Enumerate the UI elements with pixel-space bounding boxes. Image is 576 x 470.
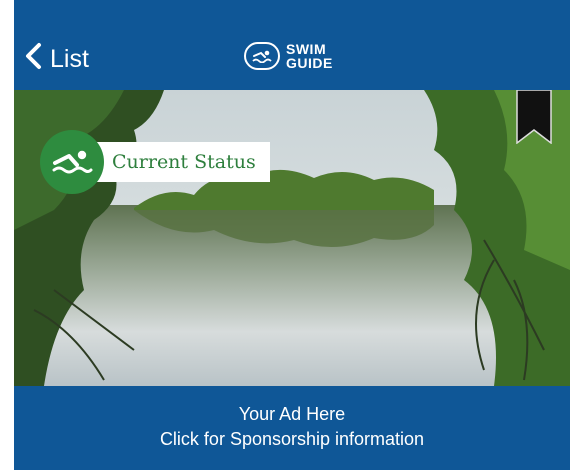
back-button[interactable]: List	[24, 42, 89, 77]
brand-line1: SWIM	[286, 41, 327, 57]
ad-title: Your Ad Here	[238, 404, 346, 424]
sponsor-ad-banner[interactable]: Your Ad Here Click for Sponsorship infor…	[14, 386, 570, 470]
current-status-label: Current Status	[90, 142, 270, 182]
app-frame: List SWIM GUIDE Current Status Your Ad H…	[14, 0, 570, 470]
swimmer-icon	[40, 130, 104, 194]
brand-line2: GUIDE	[286, 55, 333, 71]
current-status-badge[interactable]: Current Status	[40, 130, 270, 194]
ad-subtitle: Click for Sponsorship information	[159, 429, 425, 449]
nav-bar: List SWIM GUIDE	[14, 0, 570, 90]
beach-photo: Current Status	[14, 90, 570, 386]
back-label: List	[50, 45, 89, 73]
bookmark-icon[interactable]	[516, 90, 552, 149]
swimmer-logo-icon	[244, 42, 280, 70]
chevron-left-icon	[24, 42, 42, 77]
swim-guide-logo: SWIM GUIDE	[244, 42, 333, 70]
